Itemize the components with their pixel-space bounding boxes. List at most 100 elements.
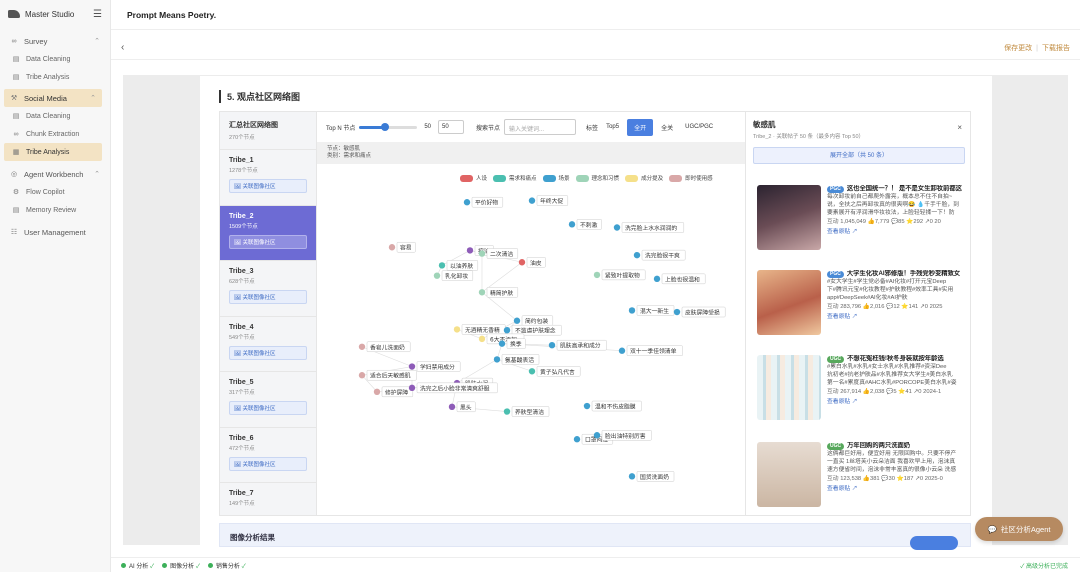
graph-node[interactable] [478,289,486,296]
community-agent-button[interactable]: 💬 社区分析Agent [975,517,1063,541]
graph-node-label[interactable]: 平价好物 [475,199,498,207]
graph-node[interactable] [513,317,521,324]
tribe-item[interactable]: Tribe_6 472个节点 🖼 关联图像社区 [220,428,316,483]
topn-input[interactable]: 50 [438,120,465,134]
graph-node[interactable] [493,356,501,363]
graph-node[interactable] [503,408,511,415]
view-original-link[interactable]: 查看原贴 ↗ [827,313,970,321]
graph-node-label[interactable]: 不刺激 [580,221,598,229]
graph-node-label[interactable]: 双十一季佳领清单 [630,347,677,355]
graph-node-label[interactable]: 紧致叶提取物 [605,271,640,279]
brand[interactable]: Master Studio ☰ [0,0,110,28]
nav-item-survey-data-cleaning[interactable]: ▤ Data Cleaning [0,50,110,68]
post-card[interactable]: UGC 万年回购的两只洗面奶 这俩都巨好用，便宜好用 无限回购中。只要不停产 一直… [757,442,970,515]
graph-node[interactable] [653,275,661,283]
expand-all-button[interactable]: 展开全部（共 50 条） [753,147,965,164]
view-original-link[interactable]: 查看原贴 ↗ [827,228,970,236]
graph-node[interactable] [628,473,636,480]
graph-node-label[interactable]: 换季 [510,340,522,348]
image-community-badge[interactable]: 🖼 关联图像社区 [229,345,307,360]
graph-node-label[interactable]: 不滥虐护肤理念 [515,327,556,335]
graph-node-label[interactable]: 油皮 [530,259,542,267]
nav-section-social-media[interactable]: ⚒ Social Media ⌃ [4,89,102,107]
nav-item-memory-review[interactable]: ▤ Memory Review [0,201,110,219]
graph-node-label[interactable]: 皮肤屏障受损 [685,309,720,317]
graph-node[interactable] [618,347,626,354]
top5-button[interactable]: Top5 [602,121,623,133]
graph-node[interactable] [503,326,511,334]
graph-node-label[interactable]: 以油养肤 [450,262,473,270]
graph-node[interactable] [528,197,536,204]
graph-node[interactable] [388,244,396,251]
graph-node-label[interactable]: 精简护肤 [490,289,513,297]
graph-node[interactable] [478,250,486,257]
graph-node-label[interactable]: 适合后天敏感肌 [370,372,411,380]
graph-node[interactable] [453,326,461,333]
save-changes-link[interactable]: 保存更改 [1004,45,1032,52]
graph-node[interactable] [466,247,474,254]
tribe-item[interactable]: Tribe_1 1278个节点 🖼 关联图像社区 [220,150,316,206]
nav-item-flow-copilot[interactable]: ⚙ Flow Copilot [0,183,110,201]
image-community-badge[interactable]: 🖼 关联图像社区 [229,234,307,249]
back-arrow-icon[interactable]: ‹ [121,42,124,53]
graph-node[interactable] [463,199,471,206]
graph-node[interactable] [573,436,581,443]
post-thumbnail[interactable] [757,270,821,335]
graph-node-label[interactable]: 洗完脸很干爽 [645,252,680,260]
graph-node-label[interactable]: 黑头 [460,403,472,411]
close-icon[interactable]: × [957,123,962,132]
graph-node-label[interactable]: 上脸也很温和 [665,275,700,283]
graph-node-label[interactable]: 无酒精无香精 [465,326,500,334]
all-off-button[interactable]: 全关 [657,120,677,135]
graph-node[interactable] [628,307,636,314]
graph-node[interactable] [593,271,601,279]
post-thumbnail[interactable] [757,355,821,420]
graph-node[interactable] [358,372,366,379]
graph-node-label[interactable]: 氨基酸表活 [505,356,534,364]
ugc-pgc-button[interactable]: UGC/PGC [681,121,717,133]
graph-node[interactable] [478,335,486,343]
tribe-item[interactable]: Tribe_4 549个节点 🖼 关联图像社区 [220,317,316,372]
slider-knob[interactable] [381,122,390,131]
graph-node[interactable] [498,340,506,347]
nav-item-social-data-cleaning[interactable]: ▤ Data Cleaning [0,107,110,125]
view-original-link[interactable]: 查看原贴 ↗ [827,485,970,493]
graph-node[interactable] [408,363,416,370]
graph-node[interactable] [528,368,536,375]
graph-node-label[interactable]: 温和不伤皮脂膜 [595,403,636,411]
tribe-item[interactable]: Tribe_3 628个节点 🖼 关联图像社区 [220,261,316,317]
results-action-button[interactable] [910,536,958,550]
graph-node-label[interactable]: 修护屏障 [385,388,408,396]
image-community-badge[interactable]: 🖼 关联图像社区 [229,179,307,193]
graph-node[interactable] [548,342,556,349]
nav-section-survey[interactable]: ∞ Survey ⌃ [0,32,110,50]
graph-node[interactable] [568,221,576,228]
tribe-item[interactable]: Tribe_7 149个节点 [220,483,316,515]
graph-node[interactable] [408,384,416,392]
image-community-badge[interactable]: 🖼 关联图像社区 [229,290,307,304]
graph-node[interactable] [673,308,681,316]
graph-node-label[interactable]: 简约包装 [525,317,548,325]
tribe-item[interactable]: Tribe_5 317个节点 🖼 关联图像社区 [220,372,316,428]
post-thumbnail[interactable] [757,442,821,507]
graph-node-label[interactable]: 香皂儿洗面奶 [370,343,405,351]
graph-node-label[interactable]: 黄子弘凡代言 [540,368,575,376]
image-community-badge[interactable]: 🖼 关联图像社区 [229,456,307,471]
menu-toggle-icon[interactable]: ☰ [93,9,102,20]
graph-node-label[interactable]: 洗完脸上水水润润的 [625,224,677,232]
graph-node[interactable] [448,403,456,411]
graph-node[interactable] [433,272,441,279]
graph-node[interactable] [633,251,641,259]
search-input[interactable]: 输入关键词... [504,119,577,135]
graph-node-label[interactable]: 脸出油特别厉害 [605,432,646,440]
network-graph[interactable]: 平价好物年终大促不刺激洗完脸上水水润润的容易控油二次清洁油皮以油养肤乳化卸妆洗完… [317,164,745,516]
graph-node-label[interactable]: 年终大促 [540,197,563,205]
graph-node-label[interactable]: 乳化卸妆 [445,272,468,280]
graph-node-label[interactable]: 养肤型清洁 [515,408,544,416]
topn-slider[interactable] [359,122,418,131]
graph-node[interactable] [373,388,381,396]
graph-node[interactable] [518,259,526,266]
post-card[interactable]: PGC 大学生化妆AI邪修版！手残党秒变精致女 #女大学生#学生党必备#AI化妆#… [757,270,970,348]
nav-item-chunk-extraction[interactable]: ∞ Chunk Extraction [0,125,110,143]
nav-section-agent-workbench[interactable]: ◎ Agent Workbench ⌃ [0,165,110,183]
